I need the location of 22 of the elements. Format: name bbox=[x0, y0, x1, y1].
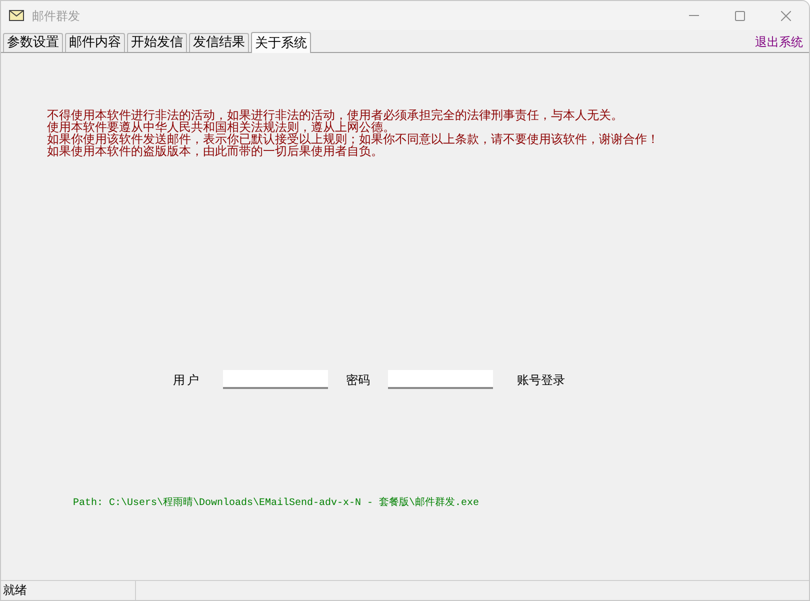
tab[interactable]: 参数设置 bbox=[3, 33, 63, 52]
notice-line: 如果使用本软件的盗版版本，由此而带的一切后果使用者自负。 bbox=[47, 145, 383, 157]
window-title: 邮件群发 bbox=[32, 8, 80, 24]
notice-line: 不得使用本软件进行非法的活动，如果进行非法的活动，使用者必须承担完全的法律刑事责任，与本人无关。 bbox=[47, 109, 623, 121]
user-label: 用户 bbox=[173, 372, 201, 388]
password-label: 密码 bbox=[346, 372, 370, 388]
tab[interactable]: 关于系统 bbox=[251, 32, 311, 53]
tab[interactable]: 开始发信 bbox=[127, 33, 187, 52]
path-text: Path: C:\Users\程雨晴\Downloads\EMailSend-adv-x-N - 套餐版\邮件群发.exe bbox=[73, 498, 480, 509]
tab[interactable]: 发信结果 bbox=[189, 33, 249, 52]
tab[interactable]: 邮件内容 bbox=[65, 33, 125, 52]
exit-link[interactable]: 退出系统 bbox=[755, 33, 803, 49]
envelope-icon bbox=[9, 10, 24, 21]
maximize-icon bbox=[735, 10, 745, 20]
close-icon bbox=[781, 10, 791, 20]
login-button[interactable]: 账号登录 bbox=[517, 370, 565, 388]
status-text: 就绪 bbox=[1, 581, 136, 600]
password-input[interactable] bbox=[388, 370, 493, 389]
minimize-icon bbox=[689, 15, 699, 16]
notice-line: 使用本软件要遵从中华人民共和国相关法规法则，遵从上网公德。 bbox=[47, 121, 395, 133]
user-input[interactable] bbox=[223, 370, 328, 389]
notice-line: 如果你使用该软件发送邮件，表示你已默认接受以上规则；如果你不同意以上条款，请不要使用该软件，谢谢合作！ bbox=[47, 133, 659, 145]
